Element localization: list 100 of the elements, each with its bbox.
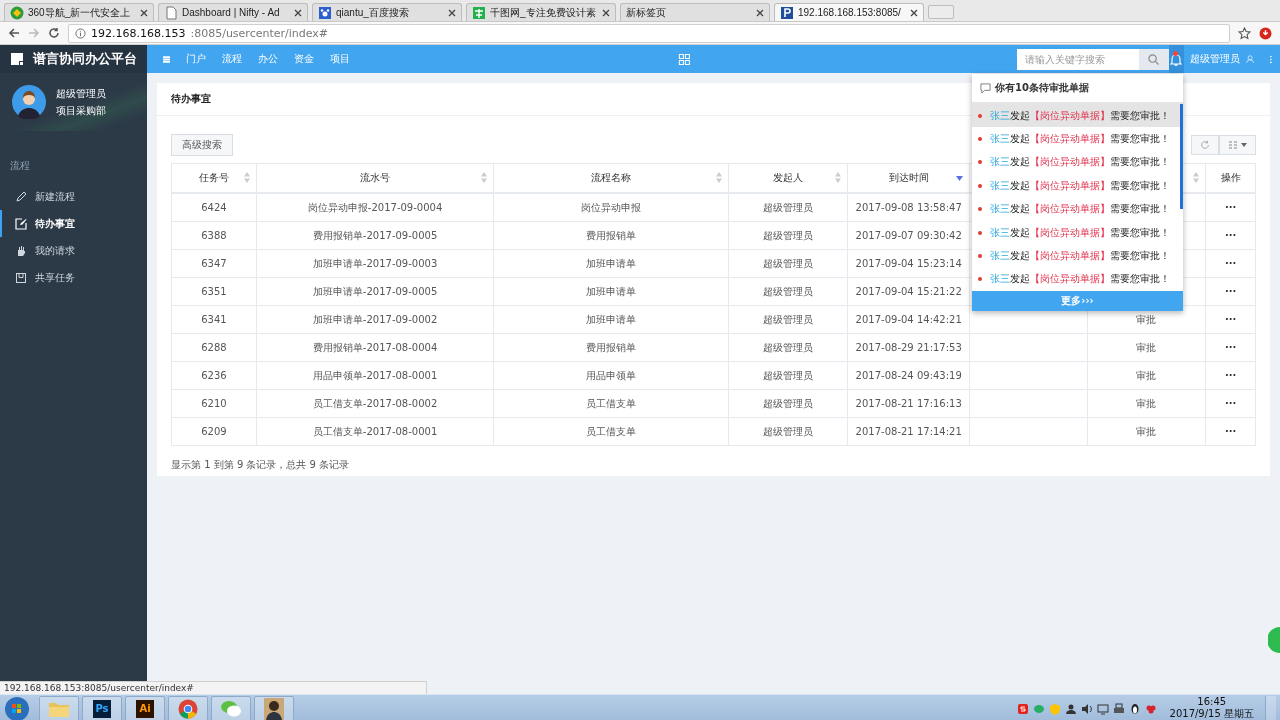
sort-icon[interactable] (481, 172, 488, 183)
address-field[interactable]: 192.168.168.153 :8085/usercenter/index# (68, 23, 1230, 43)
close-icon[interactable] (602, 8, 610, 17)
more-button[interactable]: ··· (1224, 230, 1237, 241)
table-cell: 岗位异动申报 (493, 193, 729, 222)
table-cell: 6209 (171, 417, 257, 446)
page-icon (780, 5, 794, 20)
bullet-icon (978, 277, 982, 282)
close-icon[interactable] (294, 8, 302, 17)
notification-item[interactable]: 张三发起【岗位异动单据】需要您审批！ (972, 104, 1183, 128)
browser-tab[interactable]: 192.168.168.153:8085/ (774, 3, 924, 21)
edit-icon (15, 217, 27, 230)
search-button[interactable] (1138, 48, 1169, 70)
close-icon[interactable] (448, 8, 456, 17)
approve-link[interactable]: 审批 (1136, 425, 1157, 437)
new-tab-button[interactable] (928, 5, 954, 19)
more-button[interactable]: ··· (1224, 314, 1237, 325)
photoshop-icon[interactable]: Ps (93, 699, 111, 718)
column-header[interactable]: 到达时间 (888, 172, 929, 183)
table-cell: 超级管理员 (728, 305, 848, 334)
avatar-icon (12, 85, 46, 119)
advanced-search-button[interactable]: 高级搜索 (171, 134, 233, 156)
more-button[interactable]: ··· (1224, 426, 1237, 437)
chrome-icon[interactable] (178, 698, 198, 719)
network-icon[interactable] (1096, 702, 1109, 715)
close-icon[interactable] (756, 8, 764, 17)
bullet-icon (978, 230, 982, 235)
back-icon[interactable] (8, 27, 20, 39)
sidebar-item[interactable]: 我的请求 (0, 237, 147, 264)
sort-descending-icon[interactable] (956, 176, 963, 181)
notification-button[interactable] (1168, 45, 1185, 73)
extension-icon[interactable] (1259, 26, 1272, 40)
sort-icon[interactable] (835, 172, 842, 183)
approve-link[interactable]: 审批 (1136, 369, 1157, 381)
table-cell: 费用报销单-2017-08-0004 (256, 333, 494, 362)
close-icon[interactable] (140, 8, 148, 17)
pencil-icon (15, 190, 27, 203)
table-cell: 6347 (171, 249, 257, 278)
person-icon[interactable] (264, 697, 284, 720)
column-header[interactable]: 发起人 (773, 172, 804, 183)
columns-button[interactable] (1219, 135, 1256, 155)
printer-icon[interactable] (1112, 702, 1125, 715)
more-button[interactable]: ··· (1224, 286, 1237, 297)
bell-icon (1170, 52, 1183, 66)
approve-link[interactable]: 审批 (1136, 397, 1157, 409)
more-button[interactable]: ··· (1224, 398, 1237, 409)
close-icon[interactable] (910, 8, 918, 17)
column-header[interactable]: 流程名称 (591, 172, 632, 183)
notification-item[interactable]: 张三发起【岗位异动单据】需要您审批！ (972, 220, 1183, 245)
illustrator-icon[interactable]: Ai (136, 699, 154, 718)
more-button[interactable]: ··· (1224, 342, 1237, 353)
box-icon (15, 271, 27, 284)
sort-icon[interactable] (243, 172, 250, 183)
reload-icon[interactable] (48, 27, 60, 39)
browser-tab[interactable]: qiantu_百度搜索 (312, 3, 462, 21)
notification-item[interactable]: 张三发起【岗位异动单据】需要您审批！ (972, 197, 1183, 221)
column-header[interactable]: 流水号 (360, 172, 391, 183)
show-desktop-button[interactable] (1265, 695, 1276, 720)
page-icon (10, 5, 24, 20)
more-button[interactable]: ··· (1224, 202, 1237, 213)
sort-icon[interactable] (715, 172, 722, 183)
forward-icon[interactable] (28, 27, 40, 39)
table-cell: 员工借支单 (493, 389, 729, 418)
clock-date[interactable]: 2017/9/15 星期五 (1169, 707, 1254, 720)
browser-tab[interactable]: Dashboard | Nifty - Ad (158, 3, 308, 21)
browser-tab[interactable]: 新标签页 (620, 3, 770, 21)
browser-tab[interactable]: 千图网_专注免费设计素 (466, 3, 616, 21)
notification-item[interactable]: 张三发起【岗位异动单据】需要您审批！ (972, 150, 1183, 175)
chat-bubbles-icon[interactable] (220, 699, 242, 718)
notification-header: 你有10条待审批单据 (995, 81, 1089, 95)
more-button[interactable]: ··· (1224, 370, 1237, 381)
column-header[interactable]: 任务号 (198, 172, 229, 183)
person-status-icon[interactable] (1064, 702, 1077, 715)
sidebar-item[interactable]: 共享任务 (0, 264, 147, 291)
more-button[interactable]: ··· (1224, 258, 1237, 269)
notification-item[interactable]: 张三发起【岗位异动单据】需要您审批！ (972, 127, 1183, 151)
bullet-icon (978, 183, 982, 188)
user-icon[interactable] (1246, 52, 1255, 66)
notification-item[interactable]: 张三发起【岗位异动单据】需要您审批！ (972, 267, 1183, 292)
table-cell: 岗位异动申报-2017-09-0004 (256, 193, 494, 222)
start-button-icon[interactable] (4, 695, 30, 720)
search-field[interactable]: 请输入关键字搜索 (1016, 48, 1139, 70)
clock-time[interactable]: 16:45 (1197, 696, 1227, 707)
refresh-button[interactable] (1191, 135, 1219, 155)
column-header[interactable]: 操作 (1220, 172, 1241, 183)
volume-icon[interactable] (1080, 702, 1093, 715)
notification-item[interactable]: 张三发起【岗位异动单据】需要您审批！ (972, 244, 1183, 268)
approve-link[interactable]: 审批 (1136, 313, 1157, 325)
browser-tab[interactable]: 360导航_新一代安全上 (4, 3, 154, 21)
chat-icon[interactable] (1032, 702, 1045, 715)
sidebar-item[interactable]: 新建流程 (0, 183, 147, 210)
sort-icon[interactable] (1193, 172, 1200, 183)
notification-item[interactable]: 张三发起【岗位异动单据】需要您审批！ (972, 174, 1183, 198)
approve-link[interactable]: 审批 (1136, 341, 1157, 353)
menu-icon[interactable] (163, 53, 171, 65)
page-icon (164, 5, 178, 20)
table-cell: 超级管理员 (728, 333, 848, 362)
table-cell: 费用报销单 (493, 221, 729, 250)
input-method-icon[interactable] (1016, 702, 1029, 715)
star-icon[interactable] (1238, 26, 1251, 40)
